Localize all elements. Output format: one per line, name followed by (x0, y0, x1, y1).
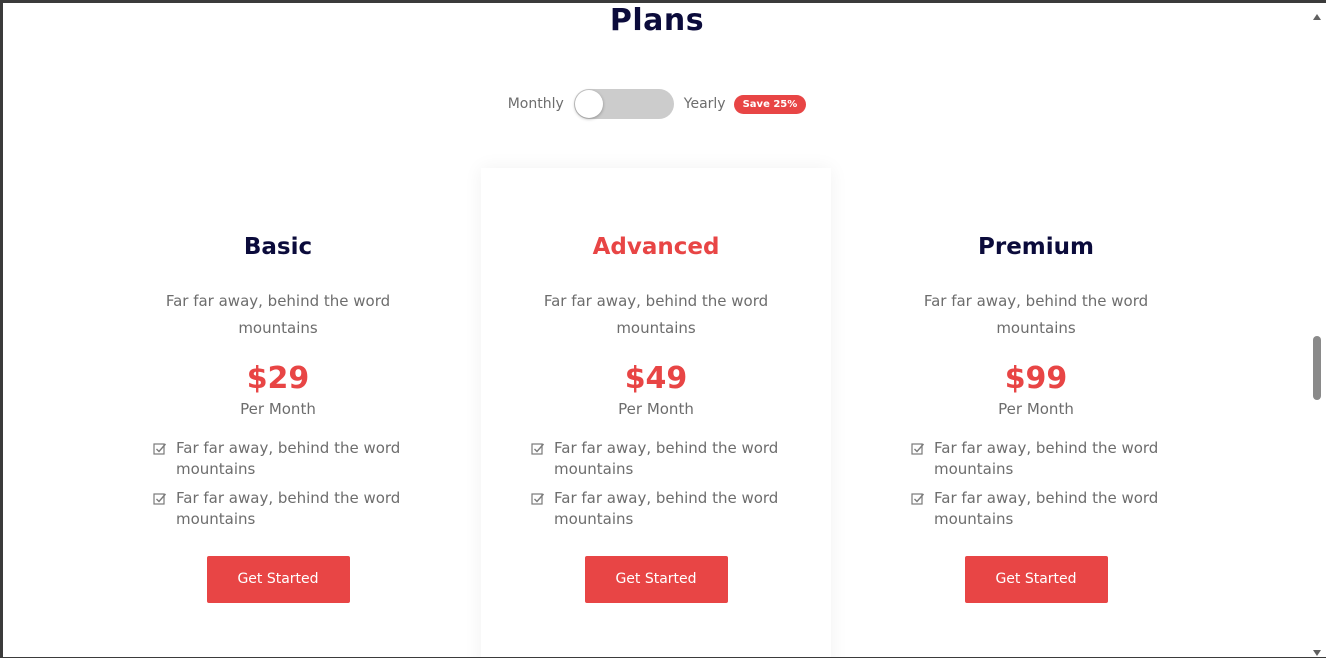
plan-description: Far far away, behind the word mountains (923, 292, 1149, 337)
plan-price: $49 (624, 361, 688, 396)
feature-list: Far far away, behind the word mountains … (531, 438, 831, 530)
plan-card-premium: Premium Far far away, behind the word mo… (861, 168, 1211, 657)
scroll-down-arrow-icon[interactable] (1313, 650, 1321, 656)
feature-text: Far far away, behind the word mountains (554, 439, 779, 478)
plan-name: Advanced (592, 234, 720, 260)
feature-list: Far far away, behind the word mountains … (153, 438, 453, 530)
scrollbar-thumb[interactable] (1313, 336, 1321, 400)
billing-toggle: Monthly Yearly Save 25% (3, 87, 1311, 121)
plan-period: Per Month (240, 400, 316, 418)
switch-knob[interactable] (574, 90, 603, 118)
monthly-label[interactable]: Monthly (508, 96, 564, 112)
feature-item: Far far away, behind the word mountains (531, 488, 831, 530)
page-title: Plans (609, 3, 705, 38)
feature-text: Far far away, behind the word mountains (176, 439, 401, 478)
feature-text: Far far away, behind the word mountains (176, 489, 401, 528)
checkbox-check-icon (153, 493, 167, 505)
plan-period: Per Month (618, 400, 694, 418)
plan-name: Basic (243, 234, 313, 260)
checkbox-check-icon (531, 443, 545, 455)
plan-period: Per Month (998, 400, 1074, 418)
feature-item: Far far away, behind the word mountains (911, 488, 1211, 530)
feature-item: Far far away, behind the word mountains (153, 438, 453, 480)
yearly-label[interactable]: Yearly (684, 96, 726, 112)
get-started-button[interactable]: Get Started (206, 556, 350, 603)
plan-price: $29 (246, 361, 310, 396)
feature-item: Far far away, behind the word mountains (911, 438, 1211, 480)
checkbox-check-icon (531, 493, 545, 505)
plan-description: Far far away, behind the word mountains (543, 292, 769, 337)
feature-item: Far far away, behind the word mountains (153, 488, 453, 530)
plan-description: Far far away, behind the word mountains (165, 292, 391, 337)
checkbox-check-icon (911, 443, 925, 455)
feature-list: Far far away, behind the word mountains … (911, 438, 1211, 530)
vertical-scrollbar[interactable] (1308, 6, 1326, 657)
feature-text: Far far away, behind the word mountains (934, 489, 1159, 528)
feature-item: Far far away, behind the word mountains (531, 438, 831, 480)
browser-viewport: Plans Monthly Yearly Save 25% Basic Far … (0, 0, 1326, 658)
plan-price: $99 (1004, 361, 1068, 396)
get-started-button[interactable]: Get Started (584, 556, 728, 603)
plan-card-basic: Basic Far far away, behind the word moun… (103, 168, 453, 657)
feature-text: Far far away, behind the word mountains (934, 439, 1159, 478)
feature-text: Far far away, behind the word mountains (554, 489, 779, 528)
checkbox-check-icon (911, 493, 925, 505)
checkbox-check-icon (153, 443, 167, 455)
billing-period-switch[interactable] (573, 89, 674, 119)
save-badge: Save 25% (733, 94, 807, 114)
scroll-up-arrow-icon[interactable] (1313, 14, 1321, 20)
get-started-button[interactable]: Get Started (964, 556, 1108, 603)
plan-name: Premium (978, 234, 1094, 260)
plan-card-advanced: Advanced Far far away, behind the word m… (481, 168, 831, 657)
